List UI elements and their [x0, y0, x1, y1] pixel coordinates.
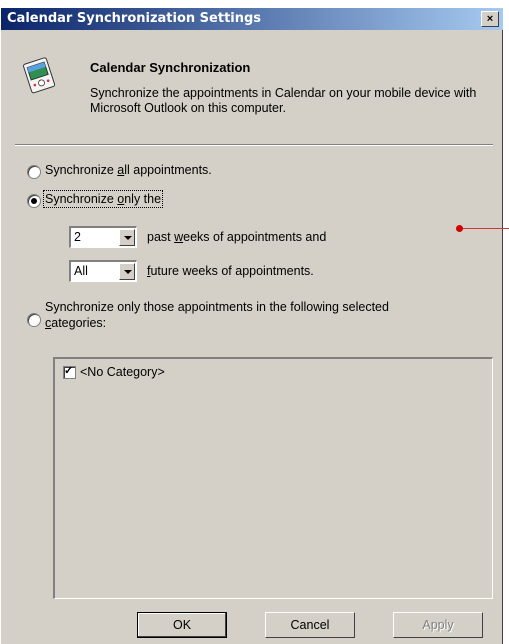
past-weeks-value: 2 [74, 230, 81, 244]
label-text: uture weeks of appointments. [150, 264, 314, 278]
close-button[interactable]: × [481, 11, 499, 27]
radio-sync-categories[interactable] [27, 313, 41, 327]
radio-sync-only-label[interactable]: Synchronize only the [42, 190, 164, 208]
category-listbox[interactable]: <No Category> [53, 357, 493, 599]
radio-sync-categories-label[interactable]: Synchronize only those appointments in t… [45, 299, 389, 331]
accelerator-key: w [174, 230, 184, 244]
future-weeks-label: future weeks of appointments. [147, 264, 314, 278]
label-text: Synchronize [45, 192, 118, 206]
apply-button[interactable]: Apply [393, 612, 483, 638]
chevron-down-icon[interactable] [119, 229, 135, 246]
label-text: Synchronize only those appointments in t… [45, 300, 389, 314]
annotation-line [462, 228, 509, 229]
window-title: Calendar Synchronization Settings [7, 11, 262, 26]
header-description: Synchronize the appointments in Calendar… [90, 86, 477, 115]
dialog-window: Calendar Synchronization Settings × Cale… [0, 8, 503, 644]
radio-sync-all-label[interactable]: Synchronize all appointments. [45, 163, 212, 177]
label-text: past [147, 230, 175, 244]
past-weeks-label: past weeks of appointments and [147, 230, 326, 244]
calendar-sync-icon [19, 56, 61, 94]
label-text: ll appointments. [124, 163, 212, 177]
chevron-down-icon[interactable] [119, 263, 135, 280]
radio-selected-dot [31, 198, 37, 204]
header-separator [15, 144, 493, 146]
radio-sync-only[interactable] [27, 194, 41, 208]
label-text: Synchronize [45, 163, 118, 177]
future-weeks-value: All [74, 264, 88, 278]
header-title: Calendar Synchronization [90, 60, 251, 75]
list-item[interactable]: <No Category> [63, 364, 263, 381]
label-text: ategories: [51, 316, 107, 330]
cancel-button[interactable]: Cancel [265, 612, 355, 638]
category-label: <No Category> [80, 365, 165, 379]
category-checkbox[interactable] [63, 364, 76, 379]
close-icon: × [486, 12, 494, 25]
label-text: eeks of appointments and [183, 230, 327, 244]
title-bar[interactable]: Calendar Synchronization Settings × [1, 8, 503, 30]
label-text: nly the [124, 192, 162, 206]
ok-button[interactable]: OK [137, 612, 227, 638]
past-weeks-dropdown[interactable]: 2 [69, 226, 137, 248]
radio-sync-all[interactable] [27, 165, 41, 179]
annotation-dot [456, 225, 463, 232]
future-weeks-dropdown[interactable]: All [69, 260, 137, 282]
